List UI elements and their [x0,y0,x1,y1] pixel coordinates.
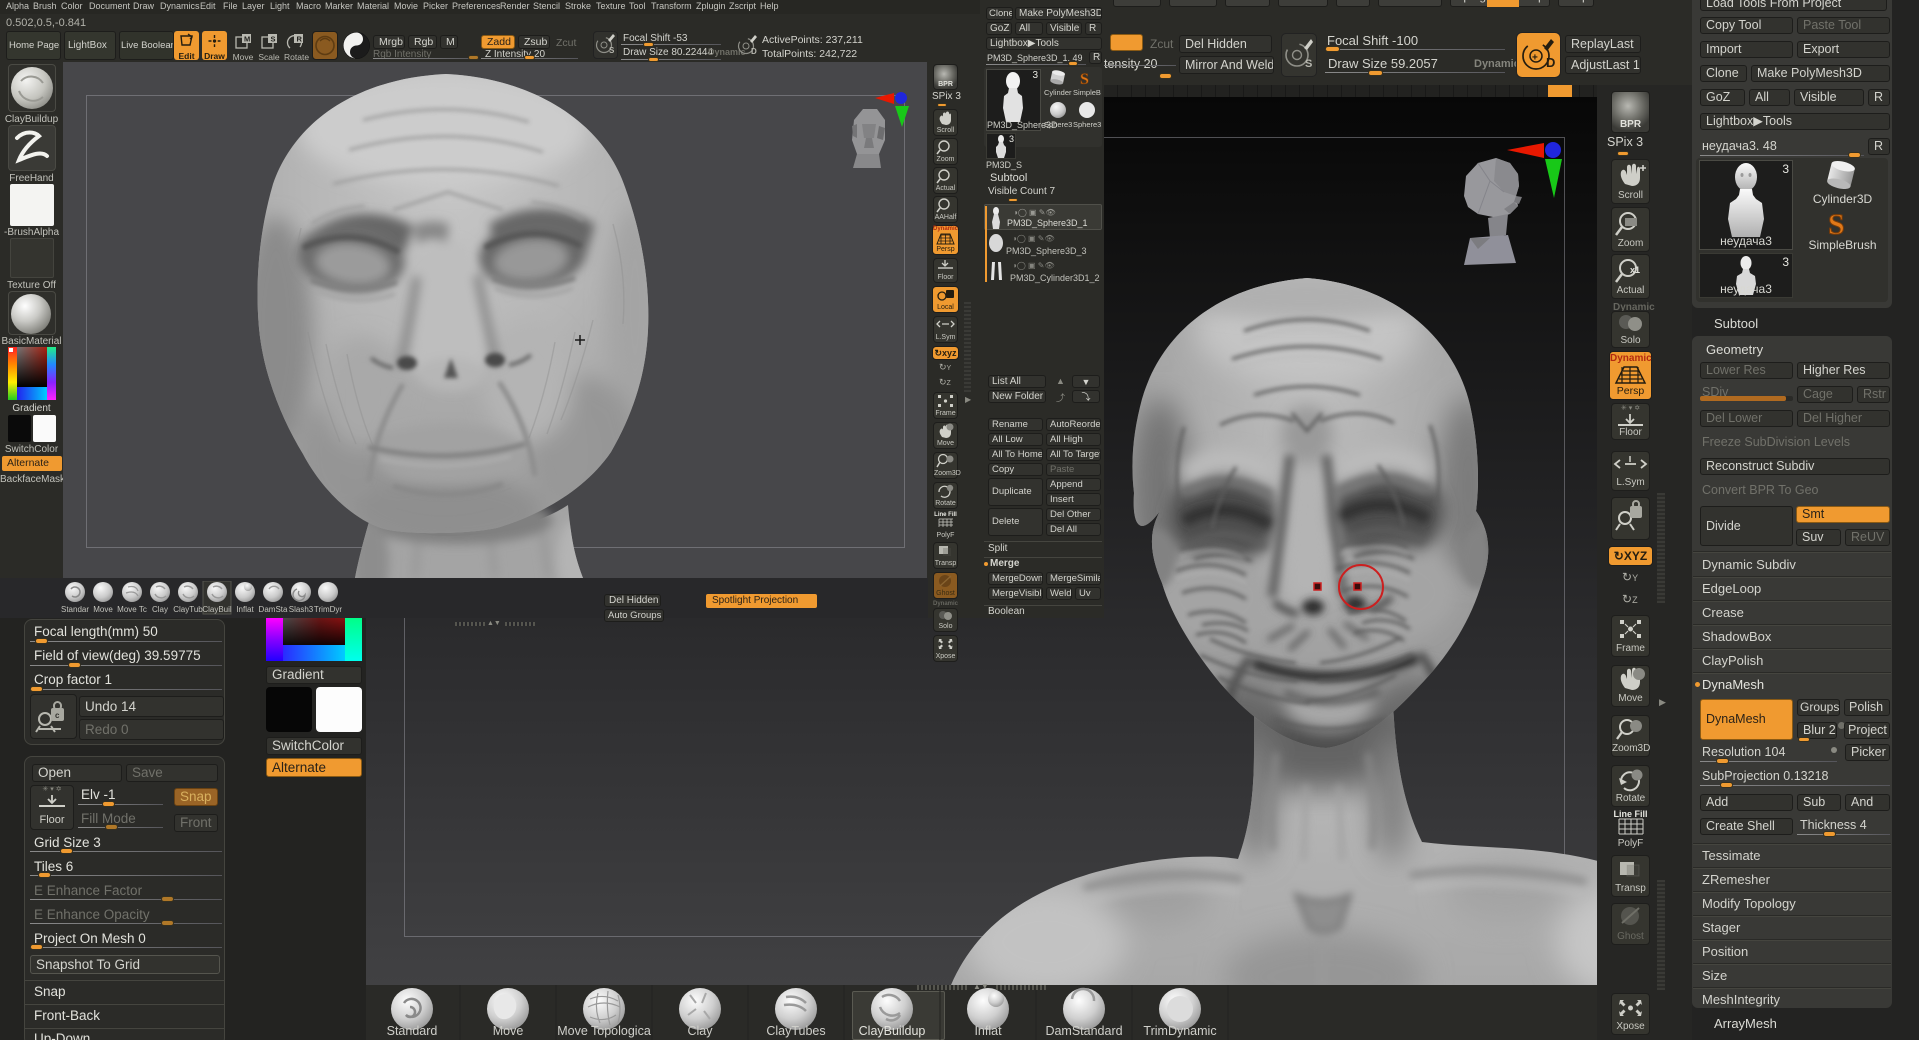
svg-text:Inflat: Inflat [236,605,254,614]
svg-text:TrimDynamic: TrimDynamic [1143,1024,1216,1038]
svg-text:Clay: Clay [687,1024,713,1038]
svg-text:Slash3: Slash3 [289,605,314,614]
svg-text:Move: Move [493,1024,524,1038]
svg-text:R: R [297,35,303,44]
svg-text:c: c [55,711,60,720]
svg-text:Clay: Clay [152,605,168,614]
svg-text:x1: x1 [1630,265,1640,275]
svg-text:DamStandard: DamStandard [1045,1024,1122,1038]
svg-text:ClayBuildup: ClayBuildup [859,1024,926,1038]
svg-text:Standard: Standard [387,1024,438,1038]
svg-text:S: S [1080,71,1089,87]
svg-text:Standar: Standar [61,605,89,614]
svg-text:M: M [244,35,250,44]
svg-text:ClayTubes: ClayTubes [766,1024,825,1038]
svg-text:Move Topologica: Move Topologica [557,1024,651,1038]
svg-text:TrimDyr: TrimDyr [314,605,342,614]
svg-text:S: S [609,46,615,55]
svg-text:Inflat: Inflat [974,1024,1002,1038]
svg-text:ClayTub: ClayTub [173,605,203,614]
svg-text:Move Tc: Move Tc [117,605,147,614]
svg-text:Move: Move [93,605,113,614]
svg-text:S: S [1828,208,1845,238]
svg-text:DamSta: DamSta [259,605,288,614]
svg-text:+: + [1532,53,1538,64]
svg-text:S: S [1305,58,1312,70]
svg-text:D: D [1546,55,1555,70]
svg-text:ClayBuil: ClayBuil [202,605,232,614]
svg-text:S: S [271,35,276,44]
svg-text:D: D [751,47,757,56]
